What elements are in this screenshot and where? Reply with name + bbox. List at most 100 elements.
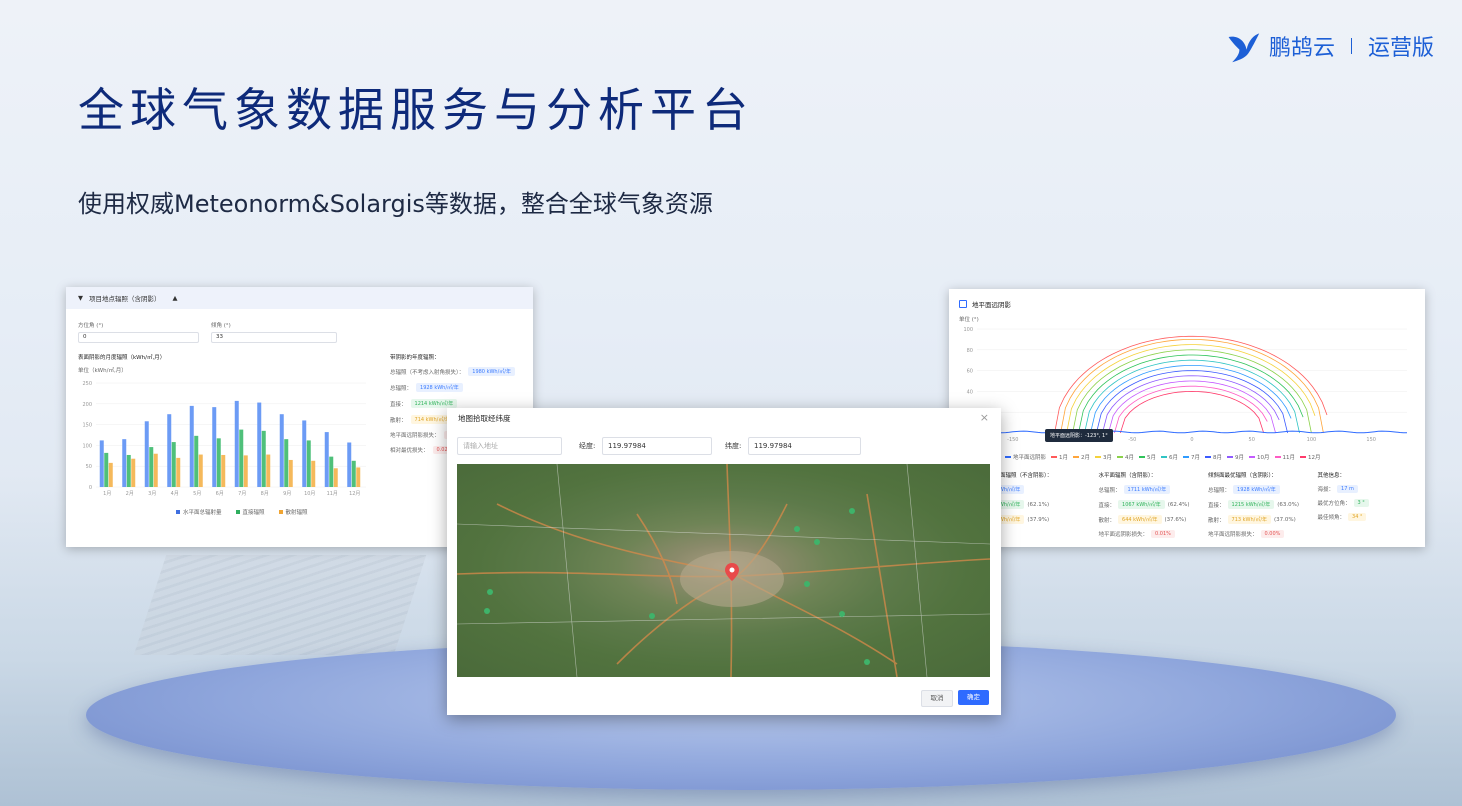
longitude-label: 经度: [579, 442, 596, 450]
stat-value: 1214 kWh/㎡/年 [410, 399, 458, 408]
summary-percent: (62.4%) [1167, 501, 1190, 508]
series-line [1102, 375, 1280, 434]
bar [311, 460, 316, 487]
stats-title: 带阴影的年度辐照： [390, 355, 440, 361]
legend-label: 12月 [1308, 455, 1321, 461]
legend-item[interactable]: 5月 [1139, 453, 1156, 461]
bar [126, 454, 131, 487]
legend-marker-icon [1117, 456, 1124, 458]
summary-title: 倾斜面最优辐照（含阴影）： [1208, 473, 1277, 479]
series-line [1054, 335, 1328, 434]
legend-item[interactable]: 8月 [1205, 453, 1222, 461]
bird-logo-icon [1228, 33, 1260, 63]
stat-row: 总辐照： 1928 kWh/㎡/年 [390, 383, 515, 392]
latitude-label: 纬度: [725, 442, 742, 450]
stat-label: 散射： [390, 417, 407, 424]
y-tick-label: 60 [967, 369, 973, 375]
legend-label: 2月 [1081, 455, 1091, 461]
x-tick-label: -50 [1128, 437, 1136, 443]
latitude-input[interactable]: 119.97984 [748, 437, 861, 455]
summary-label: 地平面远阴影损失： [1208, 532, 1258, 538]
brand: 鹏鸪云 运营版 [1225, 28, 1434, 64]
x-tick-label: 3月 [148, 491, 156, 497]
legend-label: 散射辐照 [285, 510, 308, 516]
azimuth-input[interactable]: 0 [78, 332, 199, 343]
legend-item[interactable]: 地平面远阴影 [1005, 453, 1046, 461]
bar [176, 457, 181, 487]
bar [167, 414, 172, 487]
bar [284, 439, 289, 487]
checkbox-icon[interactable] [959, 300, 967, 308]
bar [329, 456, 334, 487]
summary-value: 1711 kWh/㎡/年 [1123, 485, 1171, 494]
satellite-map[interactable] [457, 464, 990, 677]
stat-row: 直接： 1214 kWh/㎡/年 [390, 399, 515, 408]
summary-label: 最佳倾角： [1317, 515, 1346, 521]
location-pin-icon[interactable] [725, 563, 739, 581]
x-tick-label: 8月 [261, 491, 269, 497]
section-header[interactable]: ▼ 项目地点辐照（含阴影） ▲ [66, 287, 533, 309]
horizon-shading-panel: 地平面远阴影 单位 (°) 20406080100-150-100-500501… [949, 289, 1425, 547]
summary-row: kWh/㎡/年 (62.1%) [989, 500, 1091, 509]
bar [131, 458, 136, 487]
stat-label: 总辐照： [390, 385, 413, 392]
longitude-input[interactable]: 119.97984 [602, 437, 712, 455]
legend-item: 水平面总辐射量 [176, 508, 222, 516]
legend-item[interactable]: 11月 [1274, 453, 1296, 461]
legend-item[interactable]: 10月 [1249, 453, 1270, 461]
legend-item[interactable]: 6月 [1161, 453, 1178, 461]
series-line [1078, 354, 1304, 434]
legend-label: 11月 [1282, 455, 1296, 461]
legend-label: 水平面总辐射量 [183, 510, 222, 516]
map-picker-dialog: 地图拾取经纬度 × 请输入地址 经度: 119.97984 纬度: 119.97… [447, 408, 1001, 715]
x-tick-label: 12月 [349, 491, 360, 497]
summary-label: 散射： [1208, 517, 1225, 524]
summary-row: 直接： 1067 kWh/㎡/年 (62.4%) [1099, 500, 1201, 509]
confirm-button[interactable]: 确定 [958, 690, 989, 705]
address-input[interactable]: 请输入地址 [457, 437, 562, 455]
summary-value: 1067 kWh/㎡/年 [1118, 500, 1165, 509]
summary-value: 1928 kWh/㎡/年 [1233, 485, 1280, 494]
bar [194, 435, 199, 487]
legend-marker-icon [1300, 456, 1307, 458]
y-tick-label: 150 [82, 423, 92, 429]
legend-item[interactable]: 1月 [1051, 453, 1068, 461]
legend-item: 散射辐照 [278, 508, 308, 516]
tilt-input[interactable]: 33 [211, 332, 337, 343]
legend-marker-icon [1249, 456, 1256, 458]
cancel-button[interactable]: 取消 [921, 690, 953, 707]
legend-item[interactable]: 7月 [1183, 453, 1200, 461]
bar [324, 432, 329, 487]
legend-marker-icon [1183, 456, 1190, 458]
bar [144, 421, 149, 487]
stat-label: 相对最优损失： [390, 448, 429, 454]
summary-value: 1215 kWh/㎡/年 [1227, 500, 1275, 509]
summary-value: 0.00% [1260, 530, 1285, 538]
x-tick-label: 100 [1307, 437, 1317, 443]
section-title: 项目地点辐照（含阴影） [89, 295, 161, 303]
close-icon[interactable]: × [980, 411, 989, 424]
summary-row: 总辐照： 1711 kWh/㎡/年 [1099, 485, 1201, 494]
chart-legend: 地平面远阴影 1月 2月 3月 4月 5月 6月 7月 8月 9月 10月 11月 12月 [1005, 453, 1321, 461]
stat-value: 1980 kWh/㎡/年 [468, 367, 515, 376]
summary-title: 水平面辐照（含阴影）： [1098, 473, 1157, 479]
stat-value: 1928 kWh/㎡/年 [416, 383, 463, 392]
legend-item[interactable]: 2月 [1073, 453, 1090, 461]
x-tick-label: 9月 [283, 491, 291, 497]
y-tick-label: 0 [89, 485, 92, 491]
summary-percent: (62.1%) [1027, 501, 1050, 508]
summary-label: 总辐照： [1208, 487, 1231, 494]
summary-label: 地平面远阴影损失： [1098, 532, 1149, 538]
y-tick-label: 100 [963, 327, 973, 333]
y-tick-label: 250 [82, 381, 92, 387]
summary-column: 水平面辐照（含阴影）： 总辐照： 1711 kWh/㎡/年 直接： 1067 kWh/㎡… [1099, 471, 1201, 544]
stat-label: 直接： [390, 401, 407, 408]
legend-item[interactable]: 3月 [1095, 453, 1112, 461]
monthly-irradiance-chart: 0 50 100 150 200 250 1月 2月 3月 4月 5月 6月 7月 8月 9月 10月 11月 1… [82, 381, 366, 497]
legend-marker-icon [1274, 456, 1281, 458]
legend-item[interactable]: 4月 [1117, 453, 1134, 461]
legend-item[interactable]: 12月 [1300, 453, 1321, 461]
legend-item[interactable]: 9月 [1227, 453, 1244, 461]
chevron-up-icon: ▲ [172, 294, 178, 302]
bar [356, 467, 361, 487]
